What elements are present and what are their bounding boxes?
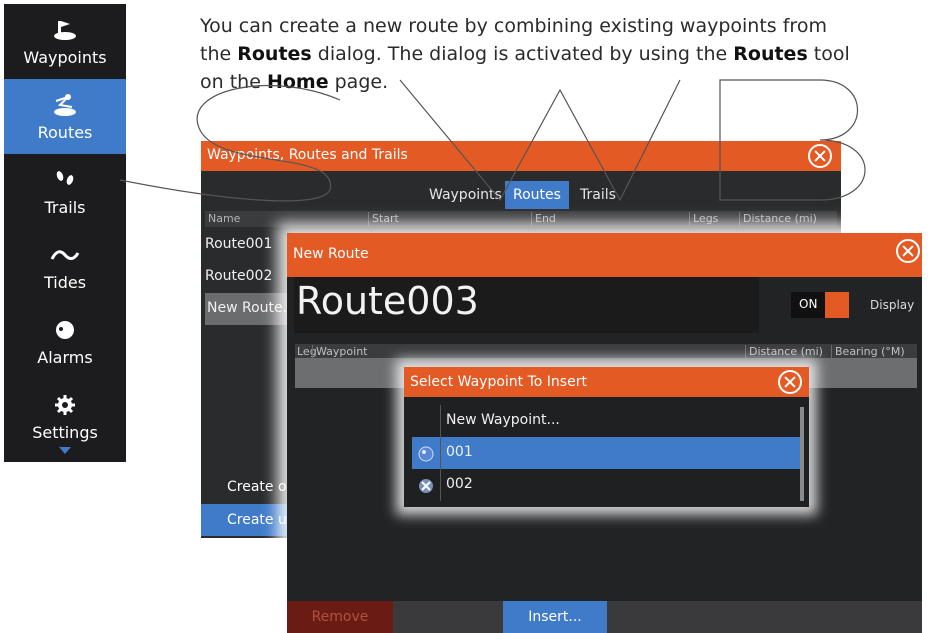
sidebar-item-label: Alarms (37, 348, 93, 367)
close-icon[interactable] (896, 239, 920, 263)
column-header-distance: Distance (mi) (745, 345, 823, 359)
column-header-name: Name (208, 212, 241, 225)
column-header-waypoint: Waypoint (312, 345, 367, 359)
sidebar-item-settings[interactable]: Settings (4, 379, 126, 454)
close-icon[interactable] (778, 370, 802, 394)
route-name-value: Route003 (296, 279, 479, 323)
gear-icon (55, 395, 75, 415)
column-header-end: End (531, 212, 556, 226)
route-name-cell: New Route... (207, 300, 296, 316)
watermark-logo (120, 79, 866, 202)
sidebar-item-label: Settings (32, 423, 98, 442)
sidebar-item-trails[interactable]: Trails (4, 154, 126, 229)
alarms-icon (56, 321, 74, 339)
dialog-title: New Route (293, 246, 369, 262)
column-header-legs: Legs (689, 212, 718, 226)
toggle-label: ON (799, 297, 818, 311)
sidebar-item-label: Trails (44, 198, 86, 217)
list-item-label: New Waypoint... (446, 412, 560, 428)
table-row[interactable]: Route001 (205, 229, 300, 261)
column-header-distance: Distance (mi) (739, 212, 817, 226)
route-name-field[interactable]: Route003 (294, 277, 759, 333)
trails-icon (56, 171, 74, 185)
display-toggle[interactable]: ON (791, 292, 849, 318)
chevron-down-icon[interactable] (59, 447, 71, 454)
list-item-label: 001 (446, 444, 473, 460)
column-header-bearing: Bearing (°M) (831, 345, 905, 359)
sidebar-item-label: Tides (43, 273, 87, 292)
scrollbar[interactable] (800, 407, 804, 501)
table-header: Name Start End Legs Distance (mi) (205, 211, 837, 227)
waypoints-icon (54, 21, 76, 40)
list-item-waypoint-002[interactable]: 002 (412, 469, 800, 501)
sidebar-item-alarms[interactable]: Alarms (4, 304, 126, 379)
sidebar-item-waypoints[interactable]: Waypoints (4, 4, 126, 79)
column-header-start: Start (368, 212, 399, 226)
sidebar-item-routes[interactable]: Routes (4, 79, 126, 154)
table-row-new-route[interactable]: New Route... (205, 293, 300, 325)
dialog-titlebar: Select Waypoint To Insert (404, 367, 809, 397)
dialog-footer: Remove Insert... (287, 601, 922, 633)
sidebar-item-label: Waypoints (23, 48, 107, 67)
table-header: Leg Waypoint Distance (mi) Bearing (°M) (295, 344, 917, 359)
list-item-label: 002 (446, 476, 473, 492)
intro-line-1: You can create a new route by combining … (200, 15, 827, 37)
sidebar: Waypoints Routes Trails Tides Alarms Set… (4, 4, 126, 462)
select-waypoint-dialog: Select Waypoint To Insert New Waypoint..… (404, 367, 809, 507)
toggle-switch[interactable] (825, 292, 849, 318)
waypoint-circle-icon (418, 446, 434, 462)
list-item-waypoint-001[interactable]: 001 (412, 437, 800, 469)
display-label: Display (870, 298, 915, 312)
dialog-title: Select Waypoint To Insert (410, 374, 587, 390)
routes-icon (54, 94, 76, 116)
remove-button[interactable]: Remove (287, 601, 393, 633)
route-name-cell: Route001 (205, 236, 273, 252)
dialog-titlebar: New Route (287, 233, 922, 277)
tides-icon (50, 250, 80, 260)
insert-button[interactable]: Insert... (503, 601, 607, 633)
route-name-cell: Route002 (205, 268, 273, 284)
table-row[interactable]: Route002 (205, 261, 300, 293)
sidebar-item-tides[interactable]: Tides (4, 229, 126, 304)
list-item-new-waypoint[interactable]: New Waypoint... (412, 405, 800, 437)
waypoint-x-icon (419, 479, 433, 493)
sidebar-item-label: Routes (37, 123, 93, 142)
